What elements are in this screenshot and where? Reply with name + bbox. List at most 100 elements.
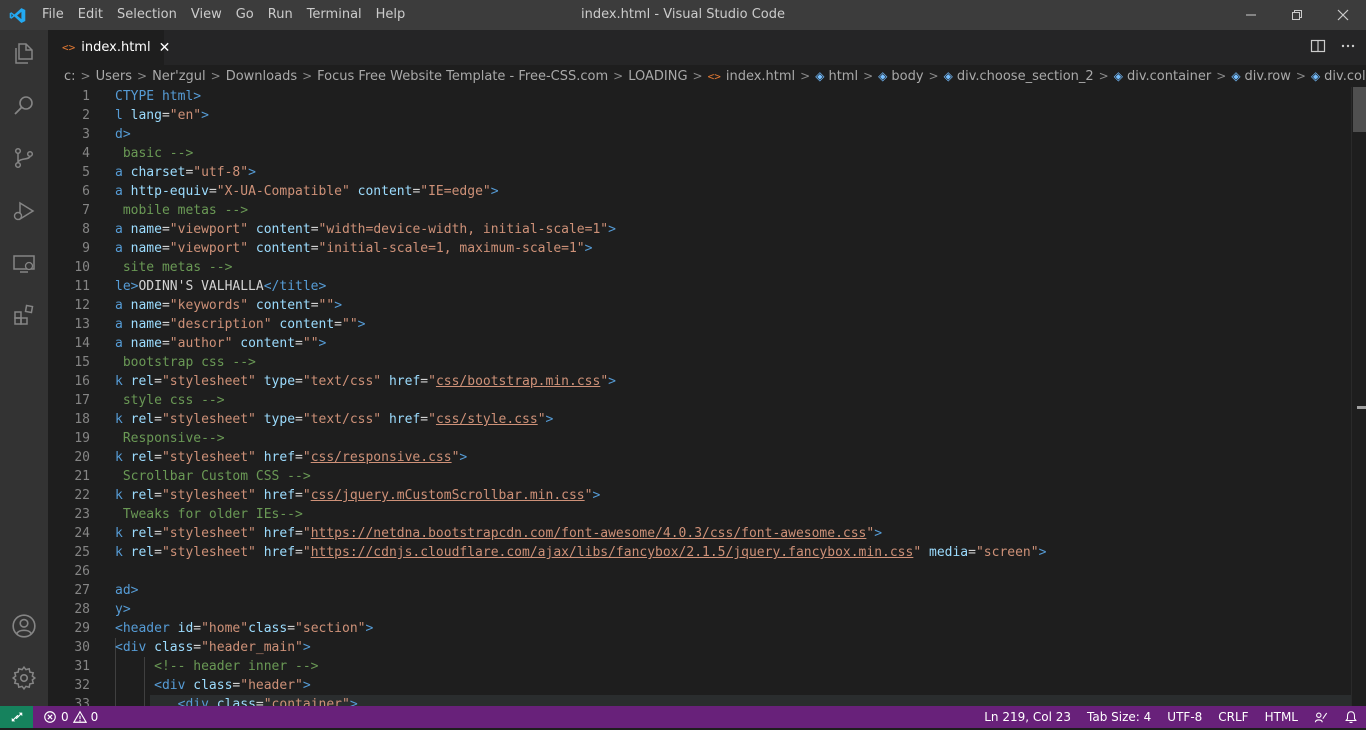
code-token: = [310, 222, 319, 237]
code-token: = [193, 640, 202, 655]
code-token: = [420, 412, 429, 427]
error-count: 0 [61, 710, 69, 724]
code-token: html [161, 89, 194, 104]
breadcrumb-item[interactable]: div.row [1245, 69, 1291, 84]
code-token: "viewport" [169, 222, 249, 237]
menu-run[interactable]: Run [261, 0, 300, 30]
code-line: 16 k rel="stylesheet" type="text/css" hre… [48, 372, 1351, 391]
code-line: 6a http-equiv="X-UA-Compatible" content=… [48, 182, 1351, 201]
breadcrumb-item[interactable]: Downloads [226, 69, 297, 84]
code-token: = [295, 412, 303, 427]
menu-help[interactable]: Help [369, 0, 413, 30]
breadcrumb-item[interactable]: div.choose_section_2 [957, 69, 1094, 84]
cursor-position[interactable]: Ln 219, Col 23 [976, 706, 1079, 728]
code-line: 28 y> [48, 600, 1351, 619]
feedback-icon[interactable] [1306, 706, 1336, 728]
menu-go[interactable]: Go [229, 0, 261, 30]
symbol-element-icon: ◈ [1310, 69, 1321, 83]
code-token: > [302, 640, 311, 655]
code-token: > [608, 374, 616, 389]
breadcrumb-item[interactable]: Focus Free Website Template - Free-CSS.c… [317, 69, 608, 84]
accounts-icon[interactable] [0, 602, 48, 650]
end-of-line[interactable]: CRLF [1210, 706, 1256, 728]
breadcrumb-item[interactable]: Ner'zgul [152, 69, 206, 84]
language-mode[interactable]: HTML [1257, 706, 1306, 728]
remote-indicator-icon[interactable] [0, 706, 33, 728]
minimize-button[interactable] [1228, 0, 1274, 30]
code-line: 27 ad> [48, 581, 1351, 600]
code-token: "screen" [975, 545, 1039, 560]
restore-button[interactable] [1274, 0, 1320, 30]
run-debug-icon[interactable] [0, 187, 48, 235]
menu-selection[interactable]: Selection [110, 0, 184, 30]
symbol-element-icon: ◈ [1113, 69, 1123, 83]
code-token: > [349, 697, 358, 706]
search-icon[interactable] [0, 81, 48, 129]
code-token: "viewport" [169, 241, 249, 256]
notifications-bell-icon[interactable] [1336, 706, 1366, 728]
code-token: ODINN'S VALHALLA [138, 279, 264, 294]
code-token: = [968, 545, 976, 560]
encoding[interactable]: UTF-8 [1159, 706, 1210, 728]
code-token: basic --> [115, 146, 194, 161]
problems-indicator[interactable]: 0 0 [43, 706, 98, 728]
vertical-scrollbar[interactable] [1351, 87, 1366, 706]
status-bar: 0 0 Ln 219, Col 23 Tab Size: 4 UTF-8 CRL… [0, 706, 1366, 730]
code-line: 22 k rel="stylesheet" href="css/jquery.mC… [48, 486, 1351, 505]
code-token: media [929, 545, 969, 560]
explorer-icon[interactable] [0, 30, 48, 78]
menu-edit[interactable]: Edit [71, 0, 110, 30]
code-token: href [263, 488, 296, 503]
breadcrumb-item[interactable]: html [828, 69, 858, 84]
breadcrumb-item[interactable]: index.html [726, 69, 795, 84]
code-token: = [154, 412, 162, 427]
line-number: 28 [74, 602, 90, 617]
tab-size[interactable]: Tab Size: 4 [1079, 706, 1159, 728]
more-actions-icon[interactable] [1340, 38, 1356, 58]
code-token: = [255, 697, 264, 706]
breadcrumb-item[interactable]: LOADING [628, 69, 687, 84]
code-token: = [310, 298, 319, 313]
menu-terminal[interactable]: Terminal [300, 0, 369, 30]
manage-gear-icon[interactable] [0, 654, 48, 702]
menu-view[interactable]: View [184, 0, 229, 30]
code-token: " [302, 526, 311, 541]
code-token: " [428, 374, 436, 389]
code-token: href [263, 545, 296, 560]
code-token: "stylesheet" [161, 374, 256, 389]
split-editor-icon[interactable] [1310, 38, 1326, 58]
code-token: </title> [263, 279, 327, 294]
tab-close-icon[interactable]: ✕ [159, 40, 171, 56]
line-number: 22 [74, 488, 90, 503]
source-control-icon[interactable] [0, 134, 48, 182]
code-token: href [263, 450, 296, 465]
menu-file[interactable]: File [35, 0, 71, 30]
code-editor[interactable]: 1 CTYPE html> 2 l lang="en"> 3 d> 4 basic --> 5… [48, 87, 1366, 706]
code-token: a [115, 336, 131, 351]
breadcrumb-item[interactable]: Users [96, 69, 132, 84]
code-line: 3 d> [48, 125, 1351, 144]
chevron-right-icon: > [692, 69, 703, 83]
code-token: = [161, 108, 170, 123]
remote-explorer-icon[interactable] [0, 240, 48, 288]
breadcrumb-item[interactable]: div.container [1127, 69, 1211, 84]
chevron-right-icon: > [800, 69, 811, 83]
code-token: "keywords" [169, 298, 249, 313]
code-token: "description" [169, 317, 272, 332]
code-text: <div class="header"> [115, 676, 311, 695]
code-token: > [1038, 545, 1047, 560]
line-number: 19 [74, 431, 90, 446]
scrollbar-thumb[interactable] [1353, 87, 1366, 132]
code-token: "stylesheet" [161, 412, 256, 427]
breadcrumb-item[interactable]: div.col-sm-4 [1324, 69, 1366, 84]
editor-actions [1310, 30, 1356, 65]
breadcrumb-item[interactable]: body [891, 69, 923, 84]
extensions-icon[interactable] [0, 291, 48, 339]
tab-index-html[interactable]: <> index.html ✕ [48, 30, 170, 65]
code-text: <!-- header inner --> [115, 657, 318, 676]
code-token: a [115, 317, 131, 332]
breadcrumb-item[interactable]: c: [64, 69, 76, 84]
code-token: "initial-scale=1, maximum-scale=1" [318, 241, 585, 256]
close-window-button[interactable] [1320, 0, 1366, 30]
